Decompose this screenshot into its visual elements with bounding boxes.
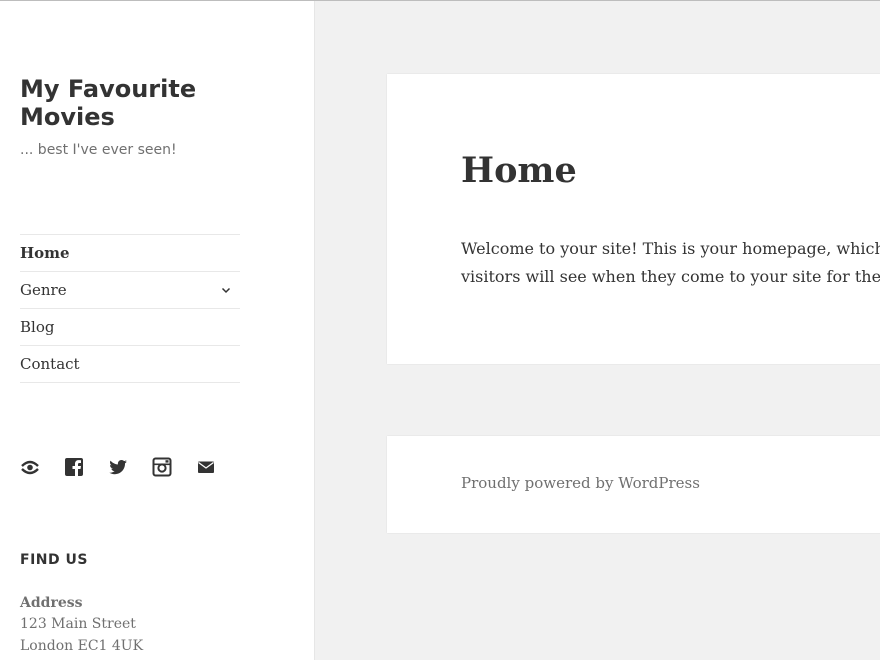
- widget-title: FIND US: [20, 552, 88, 568]
- email-icon[interactable]: [196, 456, 240, 478]
- nav-item-label: Blog: [20, 318, 55, 336]
- address-line: London EC1 4UK: [20, 638, 144, 654]
- nav-item-genre[interactable]: Genre: [20, 272, 240, 309]
- nav-item-home[interactable]: Home: [20, 235, 240, 272]
- site-title[interactable]: My Favourite Movies: [20, 75, 260, 131]
- chevron-down-icon[interactable]: [220, 284, 232, 296]
- social-links: [20, 456, 240, 478]
- facebook-icon[interactable]: [64, 456, 108, 478]
- twitter-icon[interactable]: [108, 456, 152, 478]
- instagram-icon[interactable]: [152, 456, 196, 478]
- address-label: Address: [20, 595, 83, 611]
- wordpress-credit-link[interactable]: Proudly powered by WordPress: [461, 474, 700, 492]
- nav-item-label: Genre: [20, 281, 67, 299]
- site-description: ... best I've ever seen!: [20, 142, 177, 158]
- nav-item-blog[interactable]: Blog: [20, 309, 240, 346]
- nav-item-label: Contact: [20, 355, 80, 373]
- nav-item-label: Home: [20, 244, 70, 262]
- site-footer: Proudly powered by WordPress: [387, 436, 880, 533]
- main-navigation: Home Genre Blog Contact: [20, 234, 240, 383]
- page-content: Welcome to your site! This is your homep…: [461, 235, 880, 291]
- link-icon[interactable]: [20, 456, 64, 478]
- content-line: Welcome to your site! This is your homep…: [461, 239, 880, 258]
- address-line: 123 Main Street: [20, 616, 136, 632]
- nav-item-contact[interactable]: Contact: [20, 346, 240, 383]
- content-line: visitors will see when they come to your…: [461, 267, 880, 286]
- page-article: Home Welcome to your site! This is your …: [387, 74, 880, 364]
- page-title: Home: [461, 150, 577, 191]
- sidebar: My Favourite Movies ... best I've ever s…: [0, 1, 315, 660]
